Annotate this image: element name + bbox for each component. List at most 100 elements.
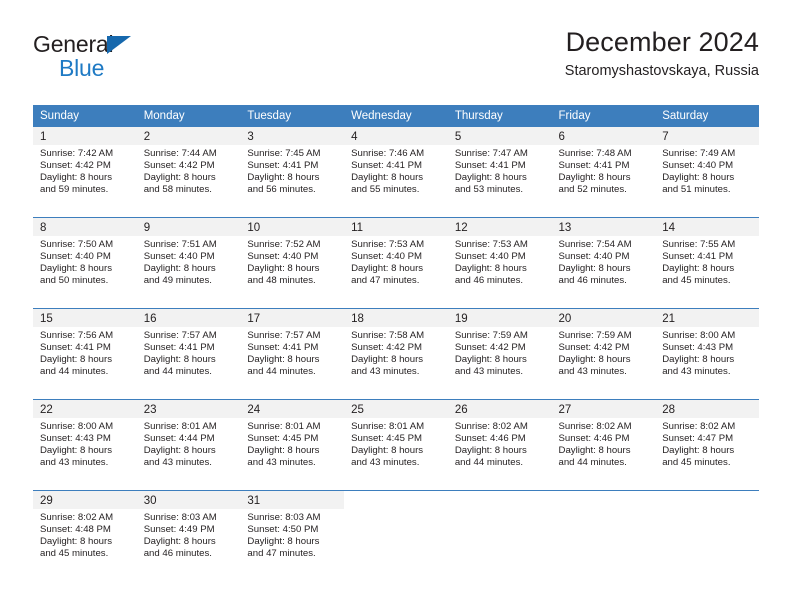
sunrise-text: Sunrise: 7:57 AM (143, 330, 217, 341)
weekday-header-tuesday: Tuesday (240, 105, 345, 127)
calendar-day-cell[interactable]: 24 Sunrise: 8:01 AM Sunset: 4:45 PM Dayligh… (240, 399, 345, 491)
calendar-day-cell[interactable]: 18 Sunrise: 7:58 AM Sunset: 4:42 PM Dayligh… (344, 308, 448, 400)
calendar-day-cell[interactable]: 30 Sunrise: 8:03 AM Sunset: 4:49 PM Dayligh… (136, 490, 241, 581)
sunrise-text: Sunrise: 8:01 AM (143, 421, 217, 432)
daylight-text-line2: and 44 minutes. (454, 457, 524, 469)
calendar-day-cell[interactable]: 21 Sunrise: 8:00 AM Sunset: 4:43 PM Dayligh… (655, 308, 759, 400)
calendar-body: 1 Sunrise: 7:42 AM Sunset: 4:42 PM Daylight… (33, 127, 759, 581)
calendar-day-cell[interactable]: 22 Sunrise: 8:00 AM Sunset: 4:43 PM Dayligh… (33, 399, 137, 491)
sunrise-text: Sunrise: 7:59 AM (454, 330, 528, 341)
sunrise-text: Sunrise: 8:00 AM (40, 421, 114, 432)
page-subtitle: Staromyshastovskaya, Russia (564, 62, 759, 79)
sunrise-text: Sunrise: 7:54 AM (558, 239, 632, 250)
calendar-day-cell[interactable]: 11 Sunrise: 7:53 AM Sunset: 4:40 PM Dayligh… (344, 217, 448, 309)
calendar-day-cell[interactable]: 3 Sunrise: 7:45 AM Sunset: 4:41 PM Daylight… (240, 127, 345, 218)
daylight-text-line2: and 43 minutes. (143, 457, 212, 469)
day-number: 28 (655, 400, 759, 418)
day-details: Sunrise: 8:03 AM Sunset: 4:50 PM Daylight:… (240, 509, 344, 560)
day-details: Sunrise: 8:03 AM Sunset: 4:49 PM Daylight:… (137, 509, 241, 560)
calendar-day-cell[interactable]: 27 Sunrise: 8:02 AM Sunset: 4:46 PM Dayligh… (551, 399, 656, 491)
day-details: Sunrise: 7:47 AM Sunset: 4:41 PM Daylight:… (448, 145, 552, 196)
sunrise-sunset-calendar: Sunday Monday Tuesday Wednesday Thursday… (33, 105, 759, 581)
calendar-day-cell[interactable]: 7 Sunrise: 7:49 AM Sunset: 4:40 PM Daylight… (655, 127, 759, 218)
day-number: 2 (136, 127, 241, 145)
weekday-header-row: Sunday Monday Tuesday Wednesday Thursday… (33, 105, 759, 127)
day-details: Sunrise: 7:59 AM Sunset: 4:42 PM Daylight:… (448, 327, 552, 378)
sunrise-text: Sunrise: 7:57 AM (247, 330, 321, 341)
daylight-text-line2: and 45 minutes. (662, 275, 731, 287)
day-number: 29 (33, 491, 137, 509)
sunset-text: Sunset: 4:49 PM (143, 524, 215, 536)
calendar-day-cell[interactable]: 5 Sunrise: 7:47 AM Sunset: 4:41 PM Daylight… (447, 127, 552, 218)
calendar-day-cell[interactable]: 25 Sunrise: 8:01 AM Sunset: 4:45 PM Dayligh… (344, 399, 448, 491)
daylight-text-line1: Daylight: 8 hours (143, 536, 216, 548)
sunrise-text: Sunrise: 7:59 AM (558, 330, 632, 341)
day-number: 24 (240, 400, 345, 418)
sunrise-text: Sunrise: 7:48 AM (558, 148, 632, 159)
sunrise-text: Sunrise: 8:02 AM (558, 421, 632, 432)
calendar-day-cell[interactable]: 23 Sunrise: 8:01 AM Sunset: 4:44 PM Dayligh… (136, 399, 241, 491)
day-number: 4 (344, 127, 448, 145)
calendar-day-cell[interactable]: 15 Sunrise: 7:56 AM Sunset: 4:41 PM Dayligh… (33, 308, 137, 400)
calendar-day-cell[interactable]: 19 Sunrise: 7:59 AM Sunset: 4:42 PM Dayligh… (447, 308, 552, 400)
calendar-day-cell[interactable]: 17 Sunrise: 7:57 AM Sunset: 4:41 PM Dayligh… (240, 308, 345, 400)
calendar-day-cell[interactable]: 10 Sunrise: 7:52 AM Sunset: 4:40 PM Dayligh… (240, 217, 345, 309)
day-details: Sunrise: 8:01 AM Sunset: 4:45 PM Daylight:… (344, 418, 448, 469)
calendar-day-cell[interactable]: 28 Sunrise: 8:02 AM Sunset: 4:47 PM Dayligh… (655, 399, 759, 491)
day-details: Sunrise: 8:02 AM Sunset: 4:48 PM Daylight:… (33, 509, 137, 560)
calendar-page: General Blue December 2024 Staromyshasto… (0, 0, 792, 612)
calendar-header: Sunday Monday Tuesday Wednesday Thursday… (33, 105, 759, 127)
calendar-day-cell[interactable]: 26 Sunrise: 8:02 AM Sunset: 4:46 PM Dayligh… (447, 399, 552, 491)
calendar-day-cell[interactable]: 14 Sunrise: 7:55 AM Sunset: 4:41 PM Dayligh… (655, 217, 759, 309)
daylight-text-line2: and 44 minutes. (558, 457, 627, 469)
day-details: Sunrise: 7:57 AM Sunset: 4:41 PM Daylight:… (240, 327, 344, 378)
general-blue-logo[interactable]: General Blue (33, 33, 233, 93)
daylight-text-line1: Daylight: 8 hours (143, 172, 216, 184)
day-number: 22 (33, 400, 137, 418)
daylight-text-line2: and 56 minutes. (247, 184, 316, 196)
sunrise-text: Sunrise: 7:55 AM (662, 239, 736, 250)
calendar-day-cell[interactable]: 20 Sunrise: 7:59 AM Sunset: 4:42 PM Dayligh… (551, 308, 656, 400)
calendar-day-cell[interactable]: 31 Sunrise: 8:03 AM Sunset: 4:50 PM Dayligh… (240, 490, 345, 581)
day-number (655, 491, 759, 509)
logo-text-blue: Blue (59, 55, 105, 81)
sunset-text: Sunset: 4:45 PM (247, 433, 319, 445)
daylight-text-line2: and 45 minutes. (40, 548, 109, 560)
calendar-day-cell[interactable]: 9 Sunrise: 7:51 AM Sunset: 4:40 PM Daylight… (136, 217, 241, 309)
sunset-text: Sunset: 4:43 PM (40, 433, 111, 445)
sunset-text: Sunset: 4:42 PM (558, 342, 630, 354)
calendar-day-cell[interactable]: 13 Sunrise: 7:54 AM Sunset: 4:40 PM Dayligh… (551, 217, 656, 309)
calendar-day-cell[interactable]: 16 Sunrise: 7:57 AM Sunset: 4:41 PM Dayligh… (136, 308, 241, 400)
day-number: 21 (655, 309, 759, 327)
calendar-day-cell-empty (655, 490, 759, 581)
sunset-text: Sunset: 4:41 PM (558, 160, 630, 172)
daylight-text-line2: and 46 minutes. (558, 275, 627, 287)
daylight-text-line2: and 44 minutes. (40, 366, 109, 378)
calendar-day-cell[interactable]: 6 Sunrise: 7:48 AM Sunset: 4:41 PM Daylight… (551, 127, 656, 218)
sunset-text: Sunset: 4:42 PM (40, 160, 111, 172)
day-number: 30 (136, 491, 241, 509)
daylight-text-line1: Daylight: 8 hours (247, 445, 320, 457)
calendar-day-cell[interactable]: 8 Sunrise: 7:50 AM Sunset: 4:40 PM Daylight… (33, 217, 137, 309)
day-details: Sunrise: 8:02 AM Sunset: 4:46 PM Daylight:… (448, 418, 552, 469)
calendar-day-cell[interactable]: 12 Sunrise: 7:53 AM Sunset: 4:40 PM Dayligh… (447, 217, 552, 309)
daylight-text-line2: and 50 minutes. (40, 275, 109, 287)
calendar-day-cell[interactable]: 4 Sunrise: 7:46 AM Sunset: 4:41 PM Daylight… (344, 127, 448, 218)
daylight-text-line1: Daylight: 8 hours (558, 445, 631, 457)
daylight-text-line1: Daylight: 8 hours (454, 263, 527, 275)
calendar-day-cell[interactable]: 1 Sunrise: 7:42 AM Sunset: 4:42 PM Daylight… (33, 127, 137, 218)
calendar-day-cell[interactable]: 2 Sunrise: 7:44 AM Sunset: 4:42 PM Daylight… (136, 127, 241, 218)
day-details: Sunrise: 7:45 AM Sunset: 4:41 PM Daylight:… (240, 145, 344, 196)
daylight-text-line1: Daylight: 8 hours (454, 354, 527, 366)
weekday-header-monday: Monday (136, 105, 241, 127)
day-details: Sunrise: 7:53 AM Sunset: 4:40 PM Daylight:… (448, 236, 552, 287)
sunset-text: Sunset: 4:40 PM (40, 251, 111, 263)
sunset-text: Sunset: 4:41 PM (454, 160, 526, 172)
calendar-day-cell[interactable]: 29 Sunrise: 8:02 AM Sunset: 4:48 PM Dayligh… (33, 490, 137, 581)
day-number: 3 (240, 127, 345, 145)
calendar-week-row: 1 Sunrise: 7:42 AM Sunset: 4:42 PM Daylight… (33, 127, 759, 218)
daylight-text-line1: Daylight: 8 hours (662, 172, 735, 184)
sunrise-text: Sunrise: 7:46 AM (351, 148, 425, 159)
day-number: 10 (240, 218, 345, 236)
daylight-text-line1: Daylight: 8 hours (143, 445, 216, 457)
